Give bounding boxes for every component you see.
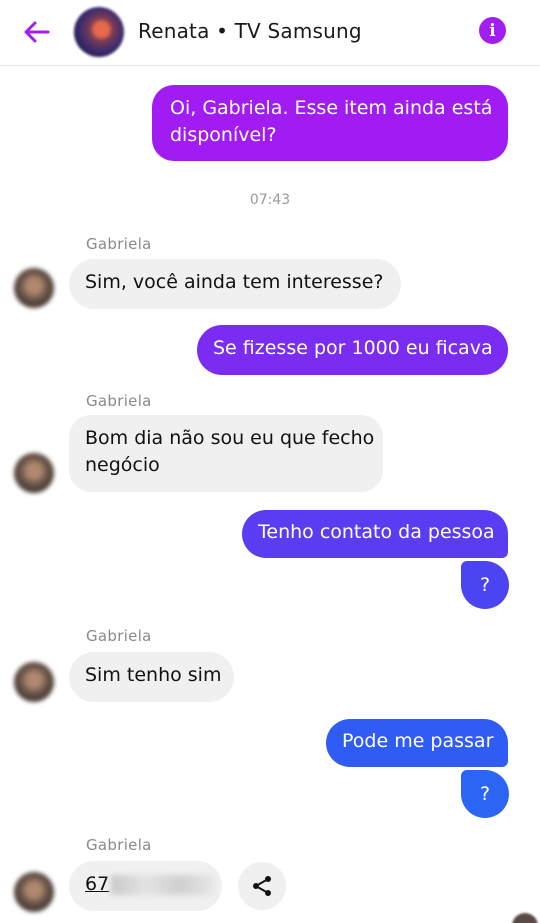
outgoing-message[interactable]: Se fizesse por 1000 eu ficava: [197, 325, 508, 375]
sender-name: Gabriela: [86, 392, 152, 410]
question-message[interactable]: ?: [461, 770, 509, 818]
info-button[interactable]: i: [479, 17, 506, 44]
incoming-message[interactable]: 67: [69, 861, 222, 911]
message-text-line: Oi, Gabriela. Esse item ainda está: [170, 97, 493, 119]
message-text: Sim tenho sim: [85, 664, 222, 686]
message-text: Pode me passar: [342, 730, 494, 752]
message-text-line: disponível?: [170, 124, 277, 146]
incoming-message[interactable]: Bom dia não sou eu que fecho negócio: [69, 415, 383, 492]
share-icon: [253, 876, 271, 896]
sender-name: Gabriela: [86, 235, 152, 253]
info-icon: i: [489, 20, 496, 41]
incoming-message[interactable]: Sim, você ainda tem interesse?: [69, 259, 401, 309]
sender-avatar[interactable]: [14, 268, 54, 308]
contact-avatar[interactable]: [74, 7, 124, 57]
sender-name: Gabriela: [86, 627, 152, 645]
message-text: ?: [479, 574, 491, 596]
outgoing-message[interactable]: Oi, Gabriela. Esse item ainda está dispo…: [152, 85, 508, 161]
conversation-title[interactable]: Renata • TV Samsung: [138, 19, 362, 43]
share-button[interactable]: [238, 862, 286, 910]
arrow-left-icon: [24, 21, 50, 43]
message-text-line: Bom dia não sou eu que fecho: [85, 427, 375, 449]
back-button[interactable]: [18, 14, 54, 50]
sender-avatar[interactable]: [14, 453, 54, 493]
message-timestamp: 07:43: [249, 192, 291, 208]
redacted-phone-digits: [111, 874, 216, 895]
outgoing-message[interactable]: Tenho contato da pessoa: [242, 510, 508, 558]
chat-header: Renata • TV Samsung i: [0, 0, 540, 66]
sender-avatar[interactable]: [14, 872, 54, 912]
message-text-line: negócio: [85, 454, 160, 476]
message-text: ?: [479, 783, 491, 805]
phone-number-link[interactable]: 67: [85, 873, 109, 895]
incoming-message[interactable]: Sim tenho sim: [69, 652, 234, 702]
message-text: Se fizesse por 1000 eu ficava: [213, 337, 493, 359]
outgoing-message[interactable]: Pode me passar: [326, 719, 508, 767]
message-text: Sim, você ainda tem interesse?: [85, 271, 384, 293]
message-text: Tenho contato da pessoa: [258, 521, 495, 543]
question-message[interactable]: ?: [461, 561, 509, 609]
sender-avatar[interactable]: [14, 662, 54, 702]
sender-name: Gabriela: [86, 836, 152, 854]
chat-head-bubble[interactable]: [512, 913, 538, 923]
